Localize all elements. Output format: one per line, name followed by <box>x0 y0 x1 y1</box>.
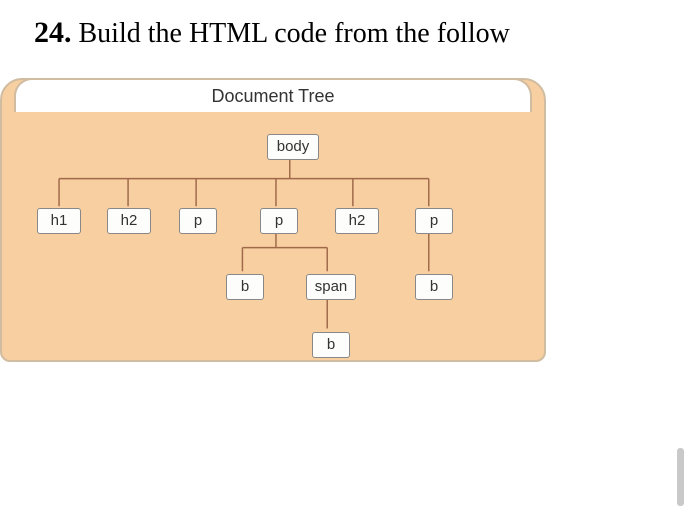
node-p-second: p <box>260 208 298 234</box>
node-b-under-span: b <box>312 332 350 358</box>
question-body: Build the HTML code from the follow <box>79 18 510 49</box>
panel-title: Document Tree <box>14 78 532 112</box>
node-body: body <box>267 134 319 160</box>
node-h1: h1 <box>37 208 81 234</box>
question-text: 24. Build the HTML code from the follow <box>0 0 700 50</box>
node-h2-first: h2 <box>107 208 151 234</box>
node-span: span <box>306 274 356 300</box>
node-p-first: p <box>179 208 217 234</box>
node-h2-second: h2 <box>335 208 379 234</box>
question-number: 24. <box>34 16 72 49</box>
scrollbar-thumb[interactable] <box>677 448 684 506</box>
node-p-third: p <box>415 208 453 234</box>
page: 24. Build the HTML code from the follow … <box>0 0 700 530</box>
document-tree-panel: Document Tree body h1 h2 <box>0 78 546 362</box>
node-b-under-p-third: b <box>415 274 453 300</box>
node-b-under-p: b <box>226 274 264 300</box>
